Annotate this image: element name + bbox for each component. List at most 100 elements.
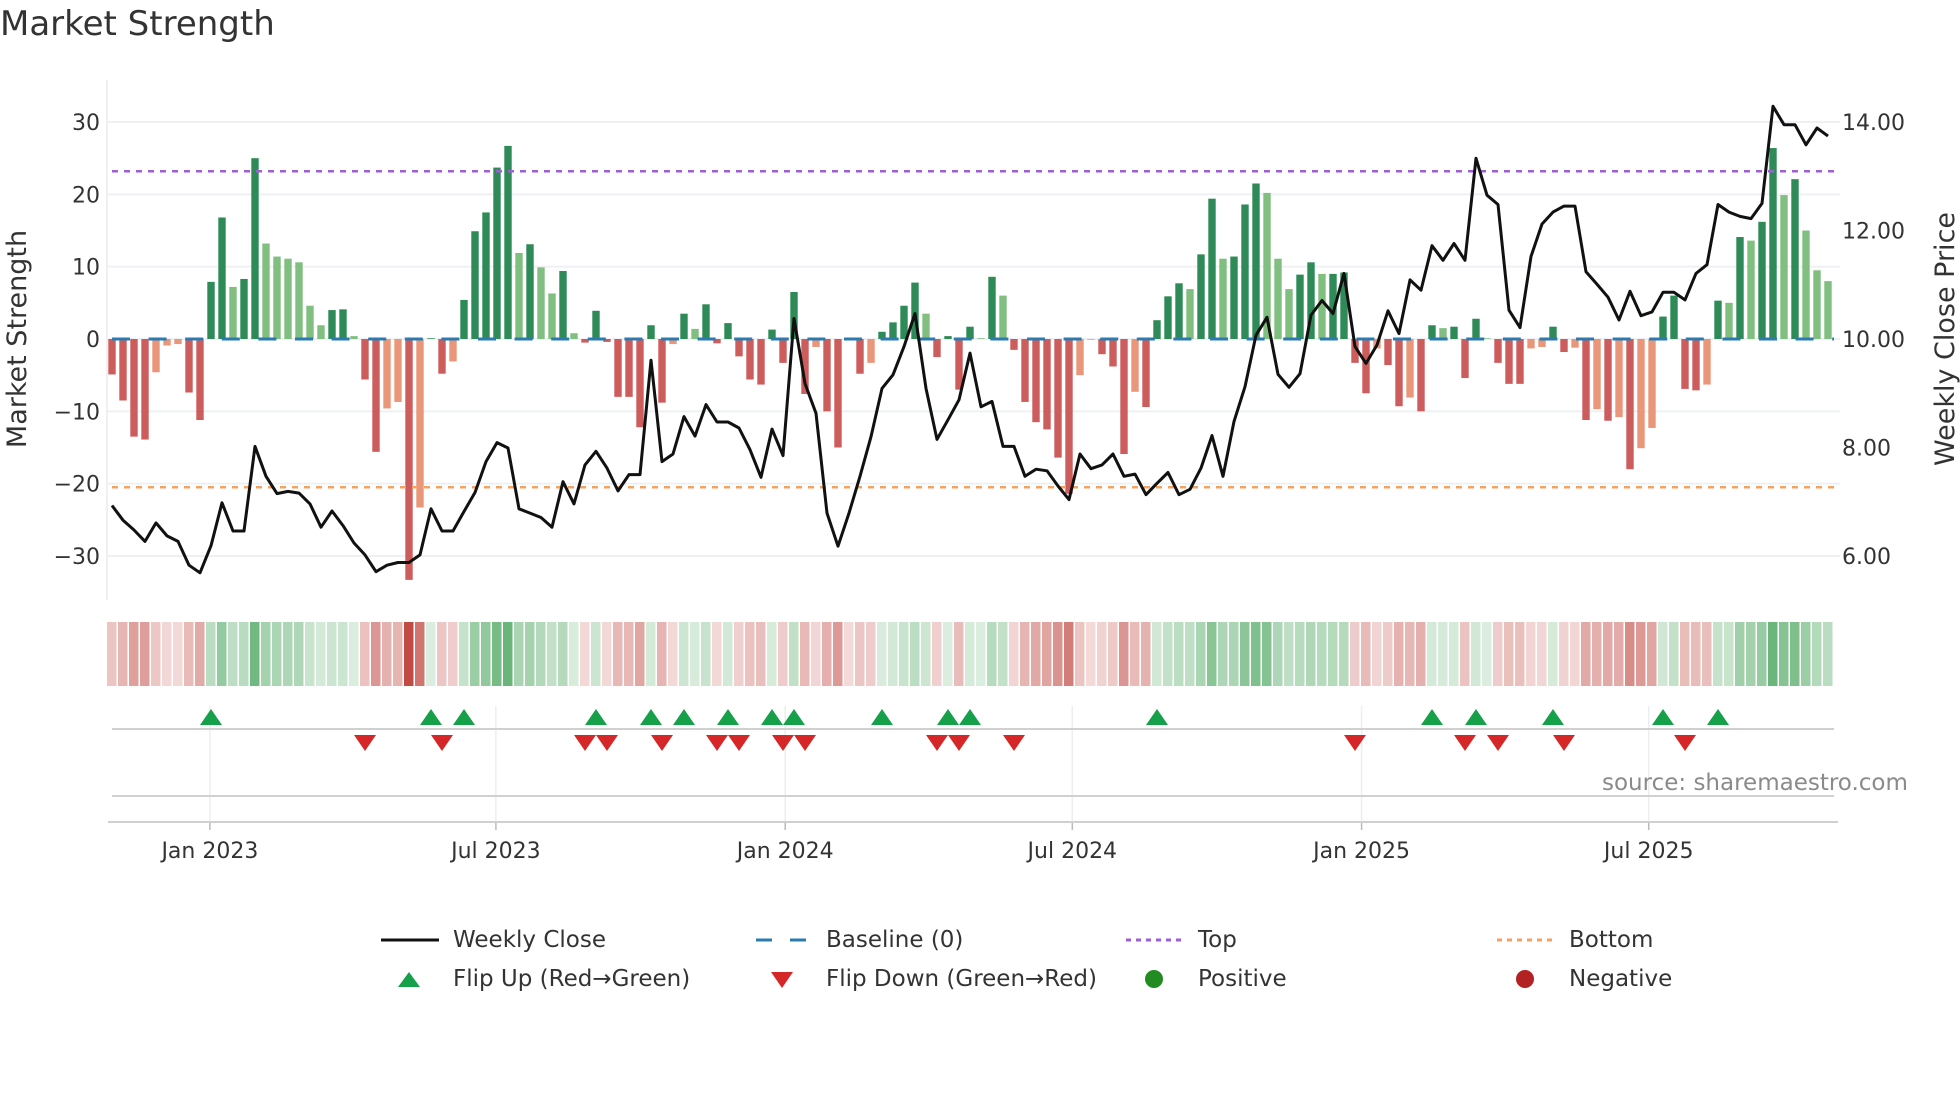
heatmap-cell <box>1141 622 1151 686</box>
strength-bar <box>1747 240 1755 339</box>
strength-bar <box>1494 339 1502 363</box>
strength-bar <box>152 339 160 373</box>
heatmap-cell <box>371 622 381 686</box>
legend-label: Top <box>1198 927 1237 953</box>
strength-bar <box>1054 339 1062 458</box>
heatmap-cell <box>1779 622 1789 686</box>
heatmap-cell <box>1152 622 1162 686</box>
y2-tick-label: 10.00 <box>1842 328 1905 353</box>
flip-down-marker <box>1003 735 1025 751</box>
legend-label: Flip Down (Green→Red) <box>826 966 1097 992</box>
heatmap-cell <box>503 622 513 686</box>
strength-bar <box>922 313 930 339</box>
heatmap-cell <box>1614 622 1624 686</box>
legend-item-top: Top <box>1126 925 1237 955</box>
strength-bar <box>1659 316 1667 339</box>
y2-tick-label: 8.00 <box>1842 437 1891 462</box>
strength-bar <box>493 167 501 339</box>
strength-bar <box>317 325 325 339</box>
strength-bar <box>1604 339 1612 421</box>
heatmap-cell <box>1647 622 1657 686</box>
flip-down-marker <box>772 735 794 751</box>
strength-bar <box>141 339 149 440</box>
strength-bar <box>1725 302 1733 339</box>
top-legend-icon <box>1126 938 1184 942</box>
heatmap-cell <box>767 622 777 686</box>
heatmap-cell <box>1526 622 1536 686</box>
heatmap-cell <box>1075 622 1085 686</box>
heatmap-cell <box>624 622 634 686</box>
strength-bar <box>735 339 743 357</box>
flip-up-marker <box>673 709 695 725</box>
heatmap-cell <box>1086 622 1096 686</box>
flip-down-marker <box>1487 735 1509 751</box>
strength-bars <box>108 145 1832 580</box>
strength-bar <box>504 145 512 339</box>
heatmap-cell <box>1339 622 1349 686</box>
heatmap-cell <box>140 622 150 686</box>
strength-bar <box>680 313 688 339</box>
heatmap-cell <box>118 622 128 686</box>
strength-bar <box>1384 339 1392 366</box>
heatmap-cell <box>1020 622 1030 686</box>
strength-bar <box>339 309 347 339</box>
strength-bar <box>284 258 292 339</box>
strength-bar <box>185 339 193 393</box>
heatmap-cell <box>316 622 326 686</box>
strength-bar <box>1472 318 1480 339</box>
flip-up-marker <box>1542 709 1564 725</box>
strength-bar <box>1615 339 1623 418</box>
legend-label: Flip Up (Red→Green) <box>453 966 691 992</box>
strength-bar <box>889 322 897 339</box>
heatmap-cell <box>382 622 392 686</box>
heatmap-cell <box>1449 622 1459 686</box>
legend-label: Bottom <box>1569 927 1654 953</box>
negative-legend-icon <box>1516 970 1534 988</box>
heatmap-cell <box>173 622 183 686</box>
strength-bar <box>867 339 875 363</box>
flip-down-marker <box>1553 735 1575 751</box>
legend-label: Baseline (0) <box>826 927 964 953</box>
strength-bar <box>460 299 468 339</box>
strength-bar <box>1131 339 1139 392</box>
heatmap-cell <box>932 622 942 686</box>
heatmap-cell <box>1702 622 1712 686</box>
heatmap-cell <box>1548 622 1558 686</box>
strength-bar <box>1175 283 1183 339</box>
strength-bar <box>900 305 908 339</box>
heatmap-cell <box>1405 622 1415 686</box>
strength-bar <box>174 339 182 345</box>
heatmap-cell <box>305 622 315 686</box>
heatmap-cell <box>1240 622 1250 686</box>
y-tick-label: −20 <box>54 473 100 498</box>
strength-bar <box>779 339 787 363</box>
heatmap-cell <box>1570 622 1580 686</box>
strength-bar <box>1219 258 1227 339</box>
x-tick-label: Jan 2023 <box>159 839 258 864</box>
heatmap-cell <box>151 622 161 686</box>
heatmap-cell <box>1053 622 1063 686</box>
heatmap-cell <box>1680 622 1690 686</box>
strength-bar <box>1450 326 1458 339</box>
heatmap-cell <box>338 622 348 686</box>
strength-bar <box>383 339 391 409</box>
strength-bar <box>636 339 644 428</box>
heatmap-cell <box>261 622 271 686</box>
heatmap-cell <box>580 622 590 686</box>
strength-bar <box>1010 339 1018 350</box>
heatmap-cell <box>1482 622 1492 686</box>
legend-item-positive: Positive <box>1126 964 1287 994</box>
heatmap-cell <box>514 622 524 686</box>
strength-heatmap-strip <box>107 622 1833 686</box>
heatmap-cell <box>404 622 414 686</box>
y2-axis-title: Weekly Close Price <box>1930 212 1960 466</box>
heatmap-cell <box>1625 622 1635 686</box>
heatmap-cell <box>1460 622 1470 686</box>
flip-up-marker <box>1146 709 1168 725</box>
strength-bar <box>933 339 941 358</box>
heatmap-cell <box>987 622 997 686</box>
strength-bar <box>328 310 336 339</box>
heatmap-cell <box>690 622 700 686</box>
x-tick-label: Jul 2024 <box>1026 839 1118 864</box>
strength-bar <box>1626 339 1634 470</box>
